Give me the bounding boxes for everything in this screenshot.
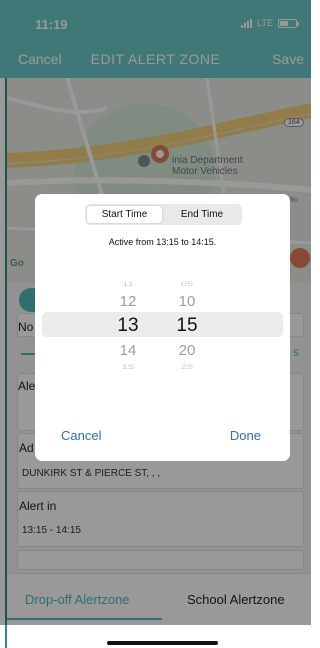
dialog-done-button[interactable]: Done bbox=[230, 428, 261, 443]
minute-option[interactable]: 25 bbox=[173, 363, 201, 370]
active-range-text: Active from 13:15 to 14:15. bbox=[108, 237, 217, 247]
hour-option[interactable]: 15 bbox=[114, 363, 142, 370]
home-indicator[interactable] bbox=[107, 641, 218, 645]
picker-selection-highlight bbox=[42, 312, 283, 337]
tab-end-time[interactable]: End Time bbox=[164, 206, 240, 223]
hour-selected[interactable]: 13 bbox=[114, 315, 142, 337]
hour-option[interactable]: 14 bbox=[114, 342, 142, 359]
tab-start-time[interactable]: Start Time bbox=[87, 206, 162, 223]
hour-option[interactable]: 12 bbox=[114, 293, 142, 310]
time-picker-dialog: Start Time End Time Active from 13:15 to… bbox=[35, 194, 290, 461]
minute-selected[interactable]: 15 bbox=[173, 315, 201, 337]
hour-option[interactable]: 11 bbox=[114, 280, 142, 287]
minute-option[interactable]: 20 bbox=[173, 342, 201, 359]
dialog-cancel-button[interactable]: Cancel bbox=[61, 428, 101, 443]
app-screen: 11:19 LTE Cancel EDIT ALERT ZONE Save 16… bbox=[0, 0, 311, 648]
minute-option[interactable]: 10 bbox=[173, 293, 201, 310]
minute-option[interactable]: 05 bbox=[173, 280, 201, 287]
time-segmented-control: Start Time End Time bbox=[85, 204, 242, 225]
